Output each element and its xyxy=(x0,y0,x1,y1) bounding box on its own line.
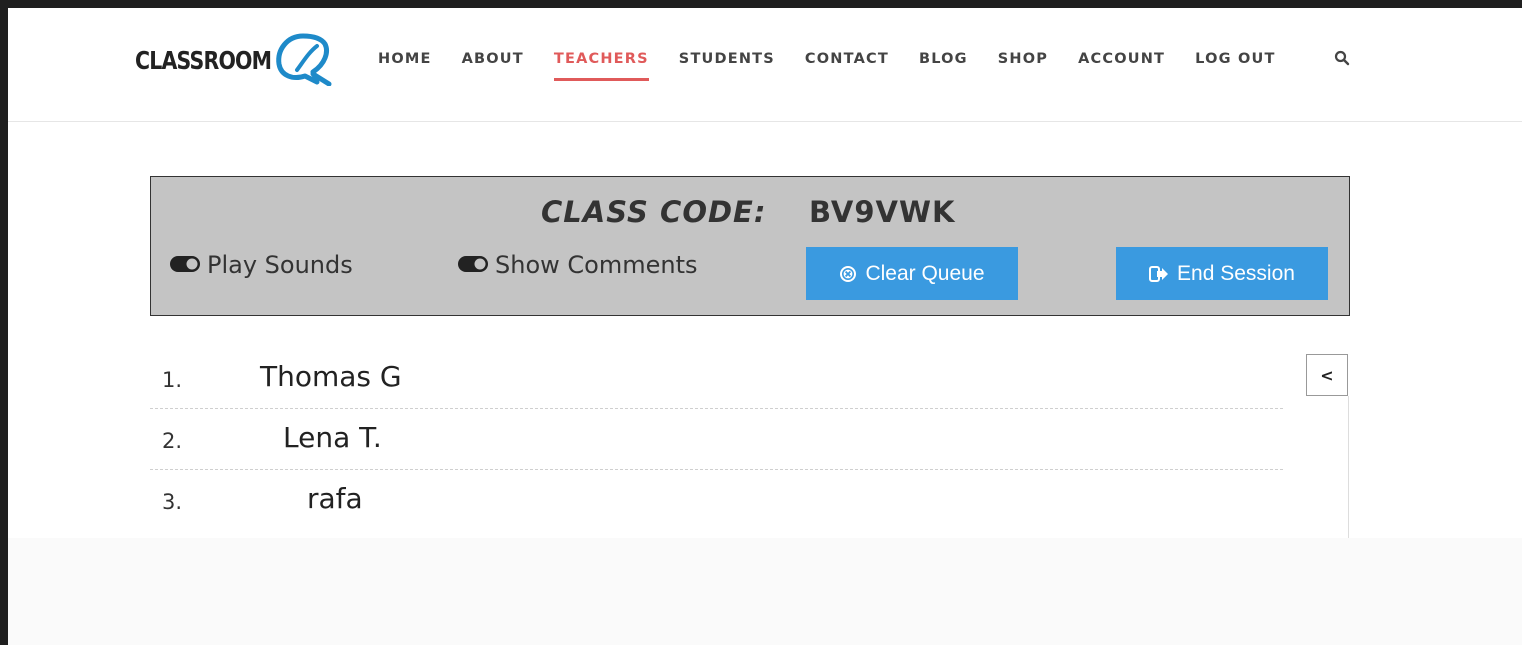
queue-number: 1. xyxy=(162,368,183,392)
clear-queue-button[interactable]: Clear Queue xyxy=(806,247,1018,300)
show-comments-label: Show Comments xyxy=(495,251,698,279)
queue-number: 3. xyxy=(162,490,183,514)
toggle-icon xyxy=(457,251,489,279)
queue-item: 1. Thomas G xyxy=(150,348,1283,409)
nav-blog[interactable]: BLOG xyxy=(919,48,968,70)
q-logo-icon xyxy=(273,30,335,91)
student-queue: 1. Thomas G 2. Lena T. 3. rafa xyxy=(150,348,1283,531)
search-icon[interactable] xyxy=(1334,50,1350,71)
nav-teachers[interactable]: TEACHERS xyxy=(553,48,649,81)
end-session-label: End Session xyxy=(1177,261,1295,285)
nav-students[interactable]: STUDENTS xyxy=(679,48,775,70)
collapse-sidebar-button[interactable]: < xyxy=(1306,354,1348,396)
queue-student-name: Thomas G xyxy=(260,360,402,393)
nav-shop[interactable]: SHOP xyxy=(998,48,1048,70)
clear-queue-label: Clear Queue xyxy=(865,261,985,285)
end-session-button[interactable]: End Session xyxy=(1116,247,1328,300)
queue-item: 2. Lena T. xyxy=(150,409,1283,470)
page-background xyxy=(8,538,1522,645)
queue-number: 2. xyxy=(162,429,183,453)
play-sounds-toggle[interactable]: Play Sounds xyxy=(169,251,353,279)
play-sounds-label: Play Sounds xyxy=(207,251,353,279)
queue-student-name: rafa xyxy=(307,482,363,515)
circle-x-icon xyxy=(839,265,857,283)
nav-account[interactable]: ACCOUNT xyxy=(1078,48,1165,70)
nav-about[interactable]: ABOUT xyxy=(462,48,524,70)
queue-student-name: Lena T. xyxy=(283,421,382,454)
queue-item: 3. rafa xyxy=(150,470,1283,531)
class-code-value: BV9VWK xyxy=(809,195,956,229)
sidebar-divider xyxy=(1348,396,1349,538)
page: CLASSROOM HOME ABOUT TEACHERS STUDENTS C… xyxy=(8,8,1522,645)
logo-text: CLASSROOM xyxy=(135,45,272,75)
nav-log-out[interactable]: LOG OUT xyxy=(1195,48,1275,70)
site-logo[interactable]: CLASSROOM xyxy=(135,32,335,88)
show-comments-toggle[interactable]: Show Comments xyxy=(457,251,697,279)
main-nav: HOME ABOUT TEACHERS STUDENTS CONTACT BLO… xyxy=(378,48,1306,81)
class-code-label: CLASS CODE: xyxy=(541,195,767,229)
nav-contact[interactable]: CONTACT xyxy=(805,48,889,70)
toggle-icon xyxy=(169,251,201,279)
class-session-panel: CLASS CODE: BV9VWK Play Sounds Show Comm… xyxy=(150,176,1350,316)
sign-out-icon xyxy=(1149,265,1169,283)
nav-home[interactable]: HOME xyxy=(378,48,432,70)
site-header: CLASSROOM HOME ABOUT TEACHERS STUDENTS C… xyxy=(8,8,1522,122)
